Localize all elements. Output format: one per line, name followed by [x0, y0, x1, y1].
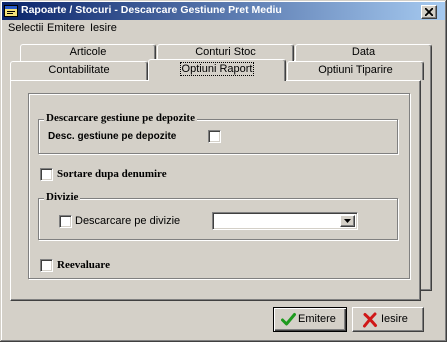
menu-emitere[interactable]: Emitere — [46, 22, 86, 34]
divizie-select[interactable] — [212, 212, 358, 230]
tab-label: Conturi Stoc — [195, 46, 256, 58]
depozite-checkbox-label: Desc. gestiune pe depozite — [48, 131, 177, 142]
window-title: Rapoarte / Stocuri - Descarcare Gestiune… — [21, 4, 282, 16]
chevron-down-icon — [344, 219, 351, 223]
tab-optiuni-raport[interactable]: Optiuni Raport — [148, 59, 286, 81]
depozite-group-title: Descarcare gestiune pe depozite — [44, 112, 197, 125]
tab-articole[interactable]: Articole — [20, 44, 156, 61]
sortare-checkbox[interactable] — [40, 168, 53, 181]
depozite-checkbox[interactable] — [208, 130, 221, 143]
tab-label: Articole — [69, 46, 107, 58]
divizie-group-title: Divizie — [44, 191, 81, 204]
reevaluare-checkbox[interactable] — [40, 259, 53, 272]
tab-label: Optiuni Raport — [179, 62, 255, 76]
iesire-button-label: Iesire — [381, 313, 408, 325]
tab-optiuni-tiparire[interactable]: Optiuni Tiparire — [287, 61, 424, 80]
app-icon[interactable] — [4, 4, 18, 18]
divizie-checkbox[interactable] — [59, 215, 72, 228]
dropdown-button[interactable] — [340, 215, 355, 227]
tab-data[interactable]: Data — [295, 44, 432, 61]
emitere-button[interactable]: Emitere — [273, 307, 347, 332]
red-x-icon — [363, 312, 377, 328]
tab-label: Optiuni Tiparire — [318, 64, 393, 76]
iesire-button[interactable]: Iesire — [352, 307, 424, 332]
divizie-checkbox-label[interactable]: Descarcare pe divizie — [75, 215, 180, 228]
tab-label: Contabilitate — [48, 64, 110, 76]
checkmark-icon — [281, 313, 296, 326]
tab-contabilitate[interactable]: Contabilitate — [10, 61, 148, 80]
menu-iesire[interactable]: Iesire — [89, 22, 118, 34]
menu-selectii[interactable]: Selectii — [7, 22, 44, 34]
sortare-label[interactable]: Sortare dupa denumire — [57, 168, 167, 181]
close-icon — [425, 8, 433, 16]
emitere-button-label: Emitere — [298, 313, 336, 325]
close-button[interactable] — [421, 5, 437, 19]
tab-label: Data — [351, 46, 376, 58]
reevaluare-label[interactable]: Reevaluare — [57, 259, 110, 272]
